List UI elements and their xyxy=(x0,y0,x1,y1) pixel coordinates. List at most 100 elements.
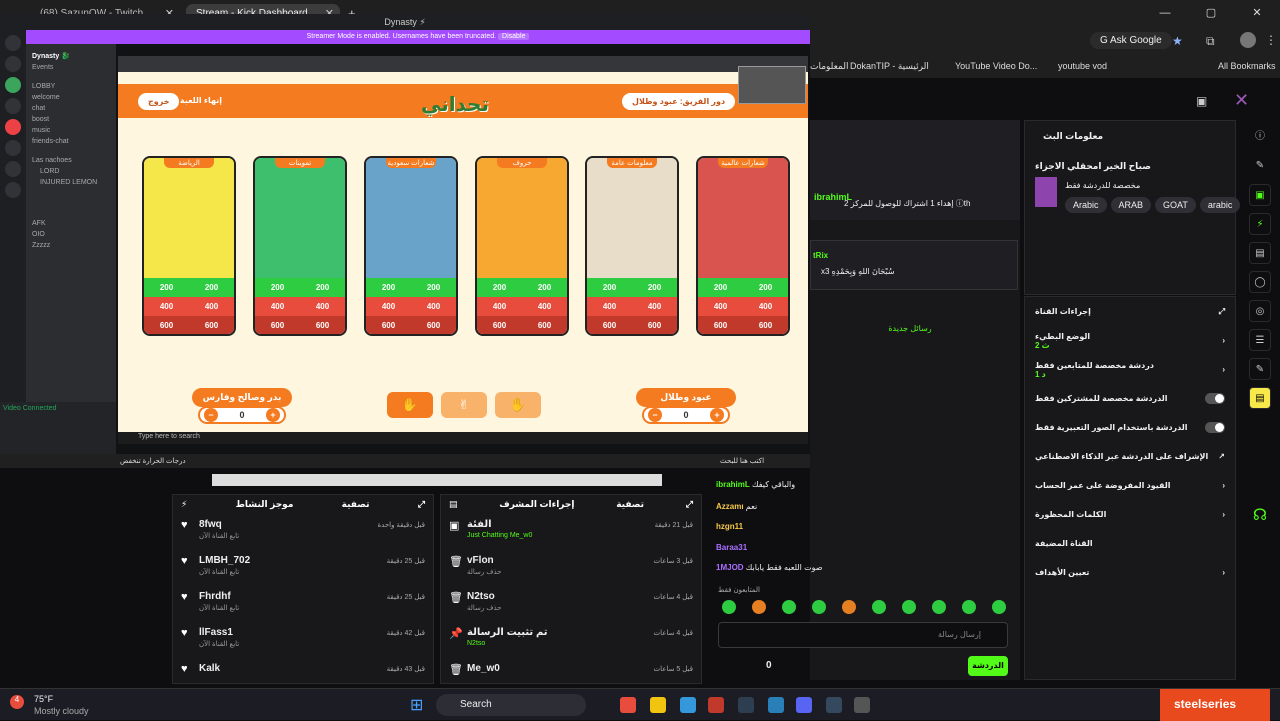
server-icon[interactable] xyxy=(5,77,21,93)
points-cell[interactable]: 600 xyxy=(205,321,218,330)
category-card[interactable]: شعارات عالمية 200 200 400 400 600 600 xyxy=(696,156,790,336)
channel-item[interactable]: Events xyxy=(26,62,116,73)
close-window-button[interactable]: ✕ xyxy=(1234,0,1280,26)
points-cell[interactable]: 400 xyxy=(493,302,506,311)
disable-button[interactable]: Disable xyxy=(498,33,530,40)
points-cell[interactable]: 400 xyxy=(759,302,772,311)
points-cell[interactable]: 600 xyxy=(603,321,616,330)
extensions-icon[interactable]: ⧉ xyxy=(1206,34,1215,49)
server-icon[interactable] xyxy=(5,140,21,156)
steam-icon[interactable] xyxy=(738,697,754,713)
channel-item[interactable]: friends-chat xyxy=(26,136,116,147)
support-icon[interactable]: ☊ xyxy=(1249,505,1271,527)
app-icon[interactable] xyxy=(854,697,870,713)
points-cell[interactable]: 200 xyxy=(271,283,284,292)
bolt-icon[interactable]: ⚡ xyxy=(1249,213,1271,235)
setting-row[interactable]: القناة المضيفة xyxy=(1025,529,1235,558)
points-cell[interactable]: 400 xyxy=(382,302,395,311)
chrome-icon[interactable] xyxy=(620,697,636,713)
emote-icon[interactable] xyxy=(722,600,736,614)
edit-icon[interactable]: ✎ xyxy=(1249,155,1271,177)
folder-icon[interactable] xyxy=(650,697,666,713)
server-icon[interactable] xyxy=(5,182,21,198)
new-messages-divider[interactable]: رسائل جديدة xyxy=(810,324,1010,333)
action-moderator[interactable]: N2tso xyxy=(467,640,654,647)
minimize-button[interactable]: — xyxy=(1142,0,1188,26)
points-cell[interactable]: 200 xyxy=(648,283,661,292)
user-name[interactable]: Me_w0 xyxy=(467,663,654,674)
wrench-icon[interactable]: ✎ xyxy=(1249,358,1271,380)
setting-row[interactable]: دردشة مخصصة للمتابعين فقط 1 د › xyxy=(1025,355,1235,384)
emote-icon[interactable] xyxy=(902,600,916,614)
server-icon[interactable] xyxy=(5,35,21,51)
points-cell[interactable]: 400 xyxy=(714,302,727,311)
list-icon[interactable]: ☰ xyxy=(1249,329,1271,351)
setting-row[interactable]: القيود المفروضة على عمر الحساب › xyxy=(1025,471,1235,500)
points-cell[interactable]: 600 xyxy=(648,321,661,330)
minus-button[interactable]: − xyxy=(204,408,218,422)
server-icon[interactable] xyxy=(5,98,21,114)
setting-row[interactable]: الوضع البطيء 2 ث › xyxy=(1025,326,1235,355)
hand-icon[interactable]: ✋ xyxy=(387,392,433,418)
discord-icon[interactable] xyxy=(796,697,812,713)
bookmark-item[interactable]: YouTube Video Do... xyxy=(955,61,1037,71)
palm-icon[interactable]: ✋ xyxy=(495,392,541,418)
user-name[interactable]: Kalk xyxy=(199,663,387,674)
voice-channel[interactable]: Las nachoes xyxy=(26,155,116,166)
points-cell[interactable]: 600 xyxy=(714,321,727,330)
voice-user[interactable]: LORD xyxy=(26,166,116,177)
category-card[interactable]: معلومات عامة 200 200 400 400 600 600 xyxy=(585,156,679,336)
user-name[interactable]: N2tso xyxy=(467,591,654,602)
voice-channel[interactable]: Zzzzz xyxy=(26,240,116,251)
user-name[interactable]: Fhrdhf xyxy=(199,591,387,602)
points-cell[interactable]: 400 xyxy=(648,302,661,311)
chat-user[interactable]: 1MJOD xyxy=(716,563,744,572)
emote-icon[interactable] xyxy=(932,600,946,614)
app-icon[interactable] xyxy=(768,697,784,713)
voice-user[interactable]: INJURED LEMON xyxy=(26,177,116,188)
bookmark-item[interactable]: المعلومات xyxy=(810,61,848,72)
channel-item[interactable]: chat xyxy=(26,103,116,114)
menu-icon[interactable]: ⋮ xyxy=(1265,33,1277,47)
points-cell[interactable]: 200 xyxy=(759,283,772,292)
points-cell[interactable]: 200 xyxy=(493,283,506,292)
user-name[interactable]: llFass1 xyxy=(199,627,387,638)
plus-button[interactable]: + xyxy=(709,408,724,422)
points-cell[interactable]: 200 xyxy=(382,283,395,292)
clipboard-icon[interactable]: ▤ xyxy=(1249,242,1271,264)
server-icon[interactable] xyxy=(5,161,21,177)
emote-icon[interactable] xyxy=(782,600,796,614)
chat-icon[interactable]: ◯ xyxy=(1249,271,1271,293)
setting-row[interactable]: الدردشة مخصصة للمشتركين فقط xyxy=(1025,384,1235,413)
windows-icon[interactable]: ⊞ xyxy=(410,695,428,714)
setting-row[interactable]: الدردشة باستخدام الصور التعبيرية فقط xyxy=(1025,413,1235,442)
expand-icon[interactable]: ⤢ xyxy=(418,499,425,511)
points-cell[interactable]: 600 xyxy=(382,321,395,330)
points-cell[interactable]: 200 xyxy=(603,283,616,292)
channel-item[interactable]: welcome xyxy=(26,92,116,103)
user-name[interactable]: vFlon xyxy=(467,555,654,566)
channel-category[interactable]: AFK xyxy=(26,218,116,229)
category-card[interactable]: الرياضة 200 200 400 400 600 600 xyxy=(142,156,236,336)
weather-temp[interactable]: 75°F xyxy=(34,694,53,704)
points-cell[interactable]: 400 xyxy=(538,302,551,311)
channel-category[interactable]: LOBBY xyxy=(26,81,116,92)
emote-icon[interactable] xyxy=(842,600,856,614)
plus-button[interactable]: + xyxy=(265,408,280,422)
toggle[interactable] xyxy=(1205,422,1225,433)
chat-send-button[interactable]: الدردشة xyxy=(968,656,1008,676)
ask-google-button[interactable]: G Ask Google xyxy=(1090,32,1172,49)
chat-user[interactable]: ibrahimL xyxy=(716,480,750,489)
channel-item[interactable]: boost xyxy=(26,114,116,125)
server-icon[interactable] xyxy=(5,56,21,72)
display-icon[interactable]: ▣ xyxy=(1196,94,1207,108)
setting-row[interactable]: الإشراف على الدردشة عبر الذكاء الاصطناعي… xyxy=(1025,442,1235,471)
filter-button[interactable]: تصفية xyxy=(616,499,644,511)
exit-button[interactable]: خروج xyxy=(136,91,182,112)
avatar[interactable] xyxy=(1240,32,1256,48)
app-icon[interactable] xyxy=(708,697,724,713)
category-card[interactable]: حروف 200 200 400 400 600 600 xyxy=(475,156,569,336)
points-cell[interactable]: 400 xyxy=(160,302,173,311)
emote-icon[interactable] xyxy=(872,600,886,614)
bookmark-item[interactable]: youtube vod xyxy=(1058,61,1107,71)
